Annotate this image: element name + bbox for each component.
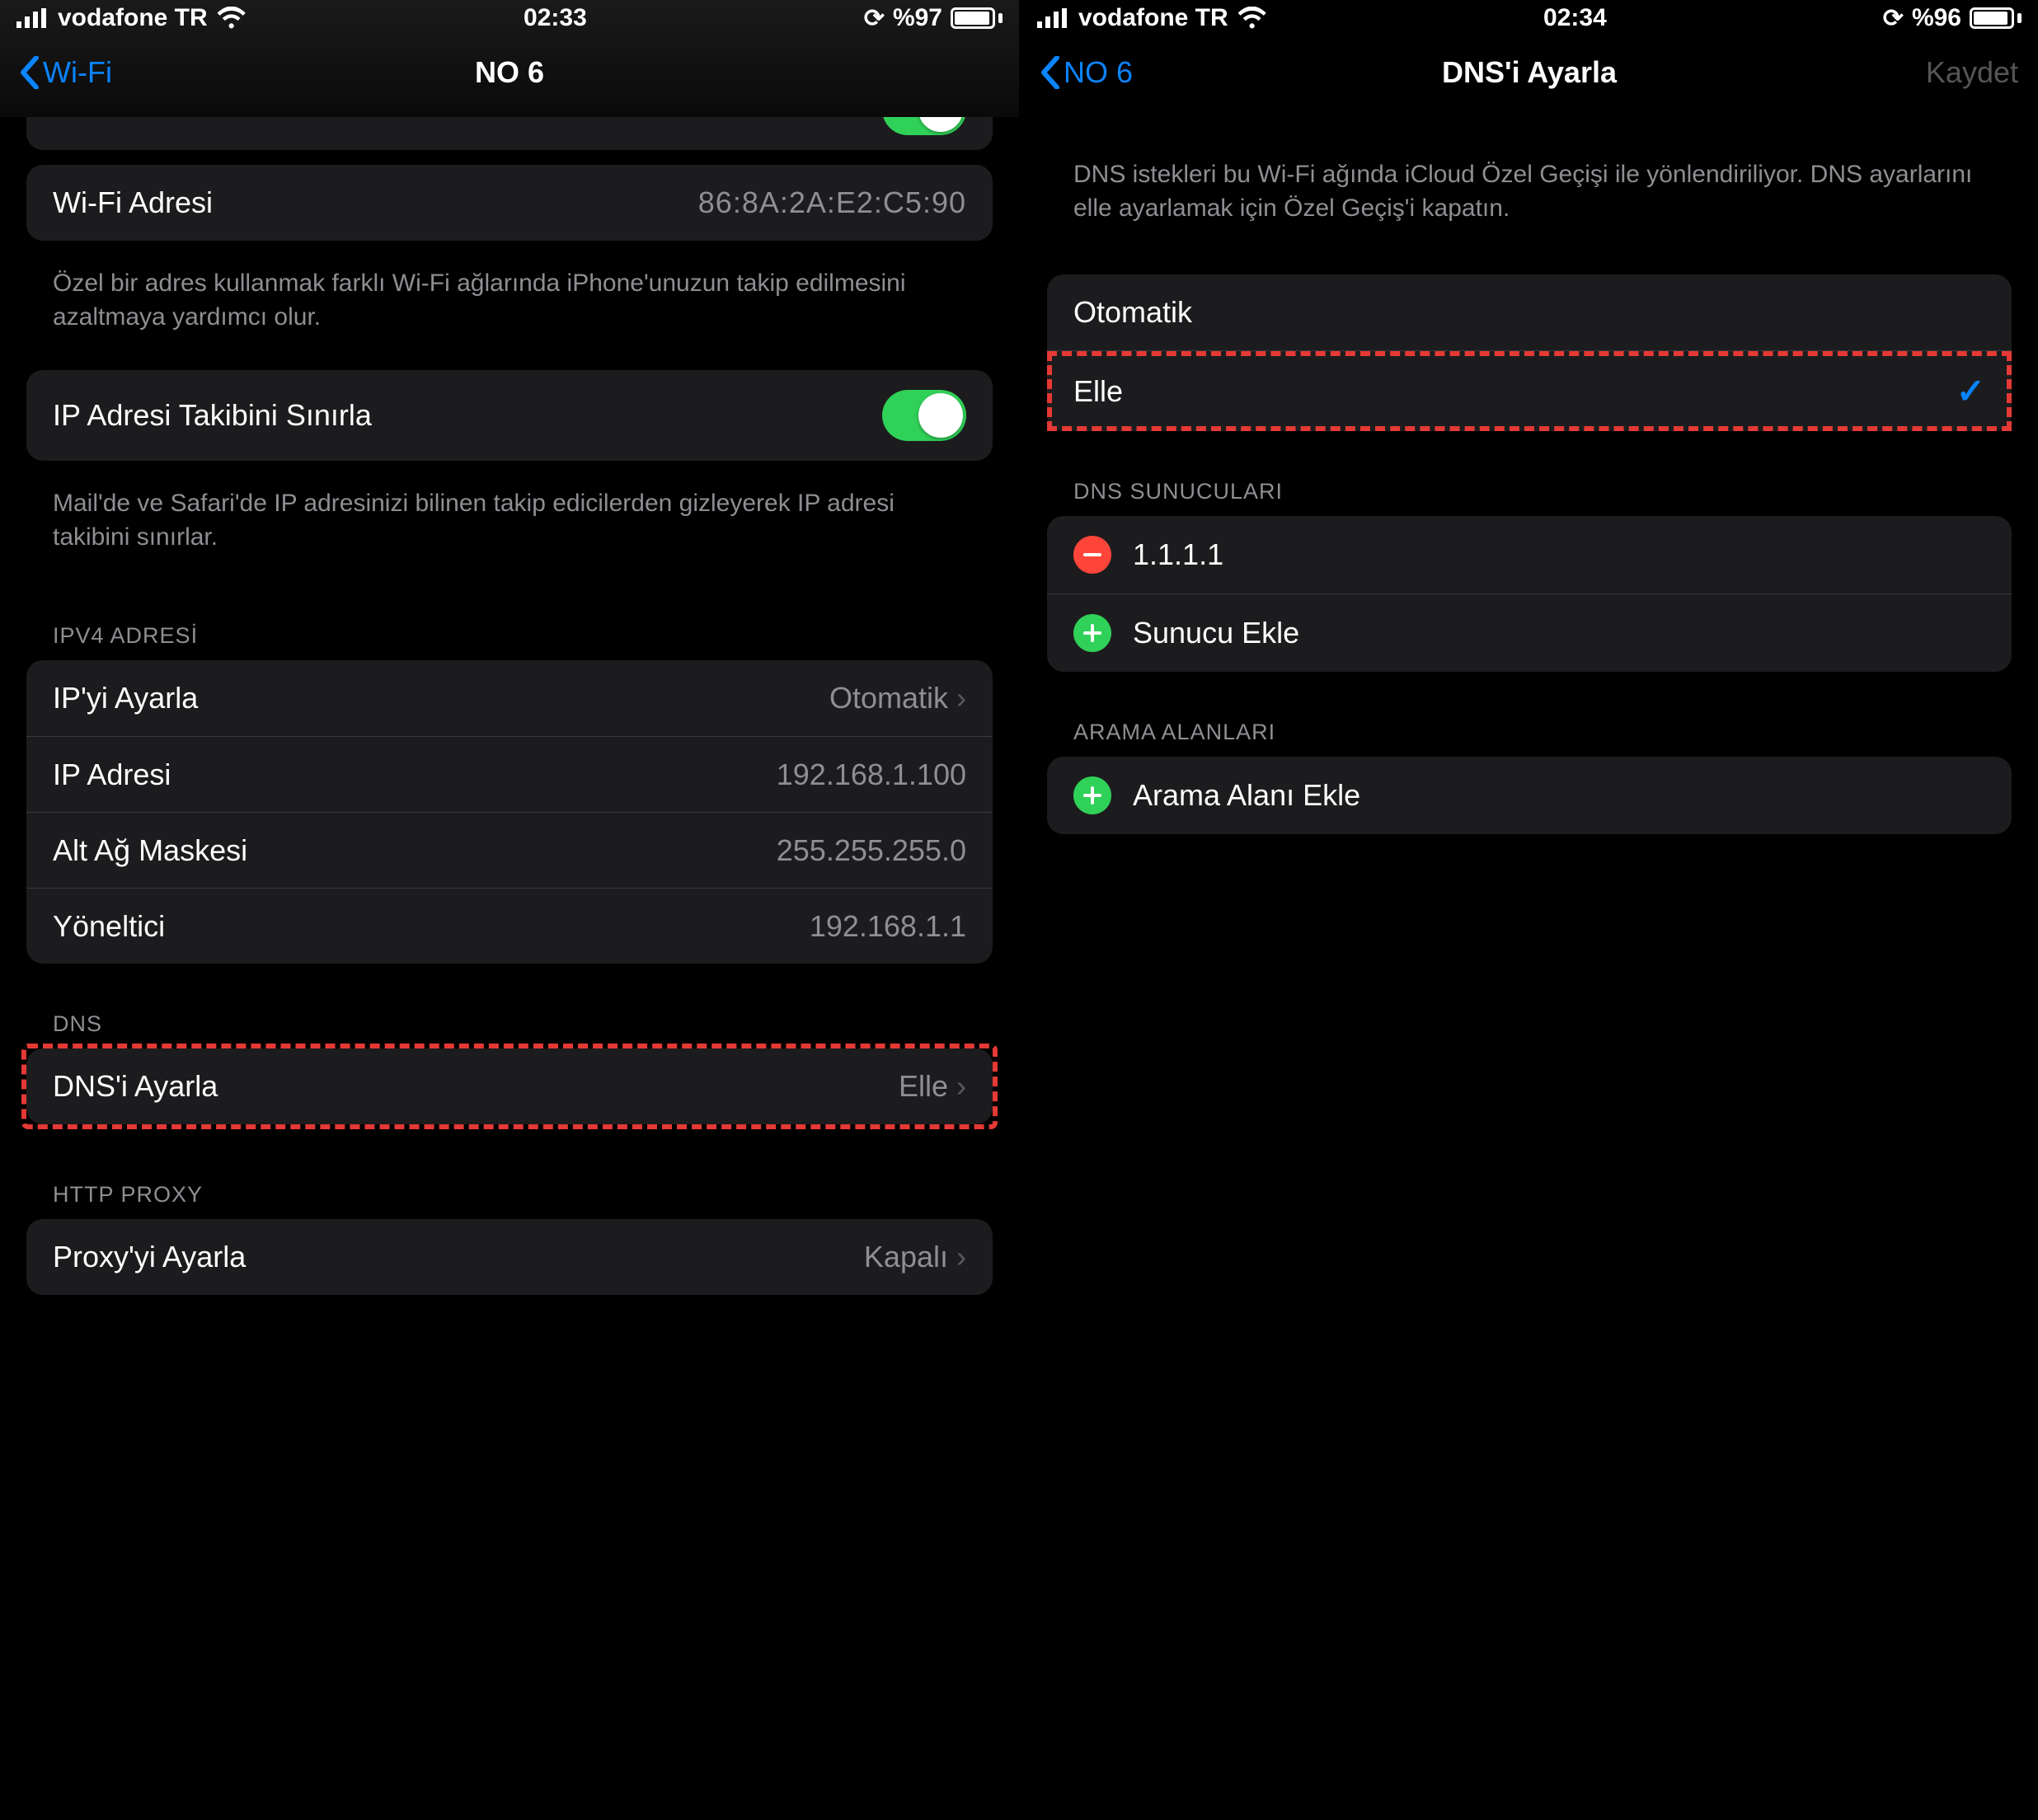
clock: 02:34	[1543, 4, 1607, 32]
carrier-label: vodafone TR	[1078, 4, 1228, 32]
ip-address-row: IP Adresi 192.168.1.100	[26, 736, 993, 812]
back-label: Wi-Fi	[43, 55, 112, 90]
dns-private-relay-info: DNS istekleri bu Wi-Fi ağında iCloud Öze…	[1047, 109, 2012, 274]
wifi-address-value: 86:8A:2A:E2:C5:90	[698, 185, 966, 220]
cellular-signal-icon	[16, 8, 49, 28]
router-row: Yöneltici 192.168.1.1	[26, 888, 993, 964]
limit-ip-label: IP Adresi Takibini Sınırla	[53, 398, 372, 433]
back-button[interactable]: Wi-Fi	[20, 55, 112, 90]
wifi-address-footer: Özel bir adres kullanmak farklı Wi-Fi ağ…	[26, 256, 993, 370]
add-server-row[interactable]: Sunucu Ekle	[1047, 593, 2012, 672]
configure-ip-row[interactable]: IP'yi Ayarla Otomatik›	[26, 660, 993, 736]
battery-percent: %97	[893, 4, 942, 32]
add-search-domain-row[interactable]: Arama Alanı Ekle	[1047, 757, 2012, 834]
wifi-icon	[1237, 7, 1267, 30]
dns-configure-highlight: DNS'i Ayarla Elle›	[26, 1048, 993, 1124]
carrier-label: vodafone TR	[58, 4, 208, 32]
dns-mode-auto-row[interactable]: Otomatik	[1047, 274, 2012, 350]
minus-icon	[1083, 553, 1101, 556]
configure-dns-row[interactable]: DNS'i Ayarla Elle›	[26, 1048, 993, 1124]
configure-ip-value: Otomatik	[829, 681, 948, 715]
limit-ip-tracking-row[interactable]: IP Adresi Takibini Sınırla	[26, 370, 993, 461]
battery-percent: %96	[1912, 4, 1961, 32]
dns-server-row[interactable]: 1.1.1.1	[1047, 516, 2012, 593]
dns-mode-manual-row[interactable]: Elle ✓	[1047, 350, 2012, 431]
subnet-mask-label: Alt Ağ Maskesi	[53, 833, 247, 868]
ipv4-header: IPV4 ADRESİ	[26, 590, 993, 660]
back-button[interactable]: NO 6	[1040, 55, 1133, 90]
proxy-header: HTTP PROXY	[26, 1124, 993, 1219]
nav-bar: Wi-Fi NO 6	[0, 36, 1019, 109]
plus-icon	[1083, 786, 1101, 804]
chevron-left-icon	[1040, 56, 1060, 89]
chevron-left-icon	[20, 56, 40, 89]
chevron-right-icon: ›	[956, 1069, 966, 1104]
ip-address-value: 192.168.1.100	[777, 758, 966, 792]
search-domains-header: ARAMA ALANLARI	[1047, 687, 2012, 757]
add-server-label: Sunucu Ekle	[1133, 616, 1299, 650]
save-button[interactable]: Kaydet	[1926, 55, 2018, 90]
back-label: NO 6	[1064, 55, 1133, 90]
add-search-domain-button[interactable]	[1073, 776, 1111, 814]
configure-dns-label: DNS'i Ayarla	[53, 1069, 218, 1104]
screen-dns-configure: vodafone TR 02:34 ⟳ %96 NO 6 DNS'i Ayarl…	[1019, 0, 2038, 1820]
dns-header: DNS	[26, 978, 993, 1048]
ip-address-label: IP Adresi	[53, 758, 171, 792]
remove-server-button[interactable]	[1073, 536, 1111, 574]
wifi-icon	[216, 7, 247, 30]
configure-proxy-value: Kapalı	[864, 1240, 948, 1274]
battery-icon	[951, 7, 1003, 29]
nav-bar: NO 6 DNS'i Ayarla Kaydet	[1021, 36, 2038, 109]
private-address-toggle-partial[interactable]	[26, 117, 993, 150]
chevron-right-icon: ›	[956, 681, 966, 715]
configure-dns-value: Elle	[899, 1069, 948, 1104]
dns-mode-manual-label: Elle	[1073, 374, 1123, 409]
checkmark-icon: ✓	[1956, 371, 1985, 411]
status-bar: vodafone TR 02:34 ⟳ %96	[1021, 0, 2038, 36]
subnet-mask-row: Alt Ağ Maskesi 255.255.255.0	[26, 812, 993, 888]
dns-mode-auto-label: Otomatik	[1073, 295, 1192, 330]
dns-server-value: 1.1.1.1	[1133, 537, 1223, 572]
chevron-right-icon: ›	[956, 1240, 966, 1274]
configure-ip-label: IP'yi Ayarla	[53, 681, 198, 715]
limit-ip-footer: Mail'de ve Safari'de IP adresinizi bilin…	[26, 476, 993, 590]
limit-ip-toggle[interactable]	[882, 390, 966, 441]
status-bar: vodafone TR 02:33 ⟳ %97	[0, 0, 1019, 36]
page-title: NO 6	[475, 55, 544, 90]
battery-icon	[1970, 7, 2022, 29]
clock: 02:33	[524, 4, 587, 32]
wifi-address-row: Wi-Fi Adresi 86:8A:2A:E2:C5:90	[26, 165, 993, 241]
add-search-domain-label: Arama Alanı Ekle	[1133, 778, 1360, 813]
cellular-signal-icon	[1037, 8, 1070, 28]
orientation-lock-icon: ⟳	[1883, 4, 1904, 33]
screen-wifi-details: vodafone TR 02:33 ⟳ %97 Wi-Fi NO 6	[0, 0, 1019, 1820]
add-server-button[interactable]	[1073, 614, 1111, 652]
router-value: 192.168.1.1	[810, 909, 966, 944]
wifi-address-label: Wi-Fi Adresi	[53, 185, 213, 220]
configure-proxy-row[interactable]: Proxy'yi Ayarla Kapalı›	[26, 1219, 993, 1295]
configure-proxy-label: Proxy'yi Ayarla	[53, 1240, 246, 1274]
subnet-mask-value: 255.255.255.0	[777, 833, 966, 868]
plus-icon	[1083, 624, 1101, 642]
page-title: DNS'i Ayarla	[1442, 55, 1617, 90]
router-label: Yöneltici	[53, 909, 165, 944]
orientation-lock-icon: ⟳	[864, 4, 885, 33]
dns-servers-header: DNS SUNUCULARI	[1047, 446, 2012, 516]
